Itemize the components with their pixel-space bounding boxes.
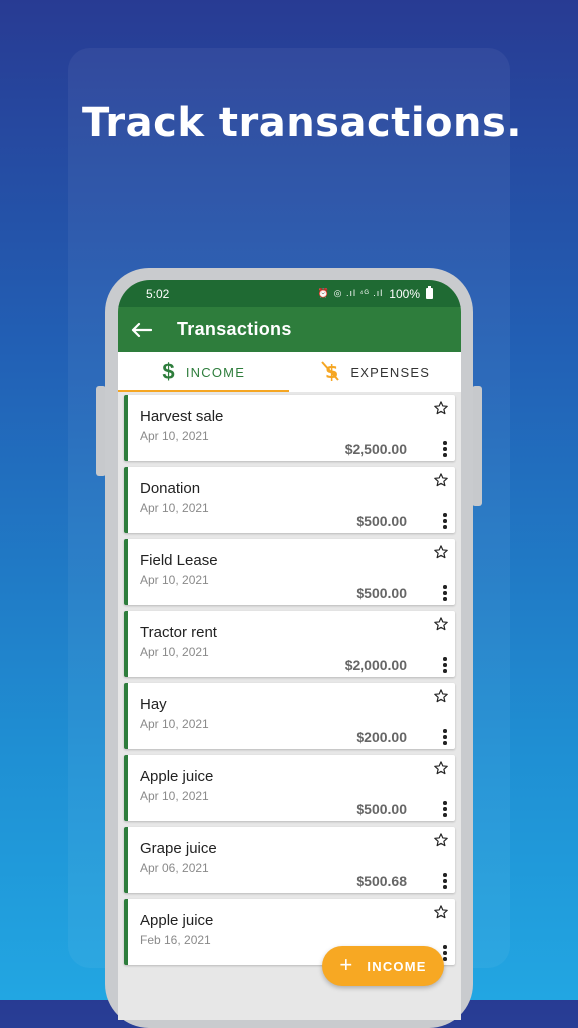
arrow-left-icon[interactable] <box>130 322 154 338</box>
transaction-date: Apr 06, 2021 <box>140 861 209 875</box>
transaction-amount: $500.00 <box>356 585 407 601</box>
page-title: Transactions <box>177 319 292 339</box>
transaction-list: Harvest sale Apr 10, 2021 $2,500.00 Donatio… <box>118 392 461 965</box>
transaction-date: Apr 10, 2021 <box>140 501 209 515</box>
more-vert-icon[interactable] <box>442 801 448 817</box>
tab-indicator <box>118 390 289 392</box>
signal-icons: ⏰ ◎ .ıl ⁴ᴳ .ıl <box>317 288 384 298</box>
tab-bar: $ INCOME $ EXPENSES <box>118 352 461 392</box>
headline: Track transactions. <box>82 100 522 146</box>
status-bar: 5:02 ⏰ ◎ .ıl ⁴ᴳ .ıl 100% <box>118 280 461 307</box>
transaction-amount: $500.00 <box>356 513 407 529</box>
transaction-card[interactable]: Hay Apr 10, 2021 $200.00 <box>124 683 455 749</box>
more-vert-icon[interactable] <box>442 657 448 673</box>
transaction-title: Hay <box>140 696 167 713</box>
star-icon[interactable] <box>433 832 449 848</box>
transaction-title: Apple juice <box>140 912 214 929</box>
star-icon[interactable] <box>433 472 449 488</box>
phone-side-button-right <box>472 386 482 506</box>
transaction-title: Grape juice <box>140 840 217 857</box>
star-icon[interactable] <box>433 544 449 560</box>
phone-screen: 5:02 ⏰ ◎ .ıl ⁴ᴳ .ıl 100% Transactions $ … <box>118 280 461 1020</box>
transaction-title: Field Lease <box>140 552 218 569</box>
transaction-title: Harvest sale <box>140 408 224 425</box>
add-income-button[interactable]: + INCOME <box>322 946 444 986</box>
transaction-amount: $2,000.00 <box>344 657 407 673</box>
transaction-amount: $500.00 <box>356 801 407 817</box>
more-vert-icon[interactable] <box>442 585 448 601</box>
more-vert-icon[interactable] <box>442 873 448 889</box>
transaction-date: Apr 10, 2021 <box>140 789 209 803</box>
app-bar: Transactions <box>118 307 461 352</box>
status-time: 5:02 <box>146 286 170 301</box>
more-vert-icon[interactable] <box>442 729 448 745</box>
dollar-icon: $ <box>162 359 176 384</box>
money-off-icon: $ <box>320 360 340 385</box>
star-icon[interactable] <box>433 760 449 776</box>
transaction-card[interactable]: Grape juice Apr 06, 2021 $500.68 <box>124 827 455 893</box>
status-icons: ⏰ ◎ .ıl ⁴ᴳ .ıl 100% <box>317 286 433 301</box>
tab-expenses[interactable]: $ EXPENSES <box>290 352 462 392</box>
transaction-card[interactable]: Tractor rent Apr 10, 2021 $2,000.00 <box>124 611 455 677</box>
star-icon[interactable] <box>433 616 449 632</box>
transaction-date: Apr 10, 2021 <box>140 429 209 443</box>
tab-income[interactable]: $ INCOME <box>118 352 290 392</box>
transaction-card[interactable]: Harvest sale Apr 10, 2021 $2,500.00 <box>124 395 455 461</box>
tab-income-label: INCOME <box>185 364 246 380</box>
star-icon[interactable] <box>433 688 449 704</box>
transaction-title: Donation <box>140 480 201 497</box>
transaction-date: Apr 10, 2021 <box>140 573 209 587</box>
transaction-card[interactable]: Apple juice Apr 10, 2021 $500.00 <box>124 755 455 821</box>
transaction-card[interactable]: Donation Apr 10, 2021 $500.00 <box>124 467 455 533</box>
more-vert-icon[interactable] <box>442 945 448 961</box>
transaction-card[interactable]: Field Lease Apr 10, 2021 $500.00 <box>124 539 455 605</box>
transaction-title: Apple juice <box>140 768 214 785</box>
transaction-title: Tractor rent <box>140 624 217 641</box>
transaction-amount: $200.00 <box>356 729 407 745</box>
plus-icon: + <box>339 952 354 977</box>
star-icon[interactable] <box>433 904 449 920</box>
battery-label: 100% <box>389 286 420 301</box>
transaction-date: Apr 10, 2021 <box>140 645 209 659</box>
more-vert-icon[interactable] <box>442 441 448 457</box>
tab-expenses-label: EXPENSES <box>350 364 431 380</box>
battery-icon <box>426 286 433 299</box>
transaction-date: Feb 16, 2021 <box>140 933 211 947</box>
more-vert-icon[interactable] <box>442 513 448 529</box>
transaction-amount: $2,500.00 <box>344 441 407 457</box>
add-income-label: INCOME <box>367 958 427 974</box>
star-icon[interactable] <box>433 400 449 416</box>
transaction-amount: $500.68 <box>356 873 407 889</box>
transaction-date: Apr 10, 2021 <box>140 717 209 731</box>
